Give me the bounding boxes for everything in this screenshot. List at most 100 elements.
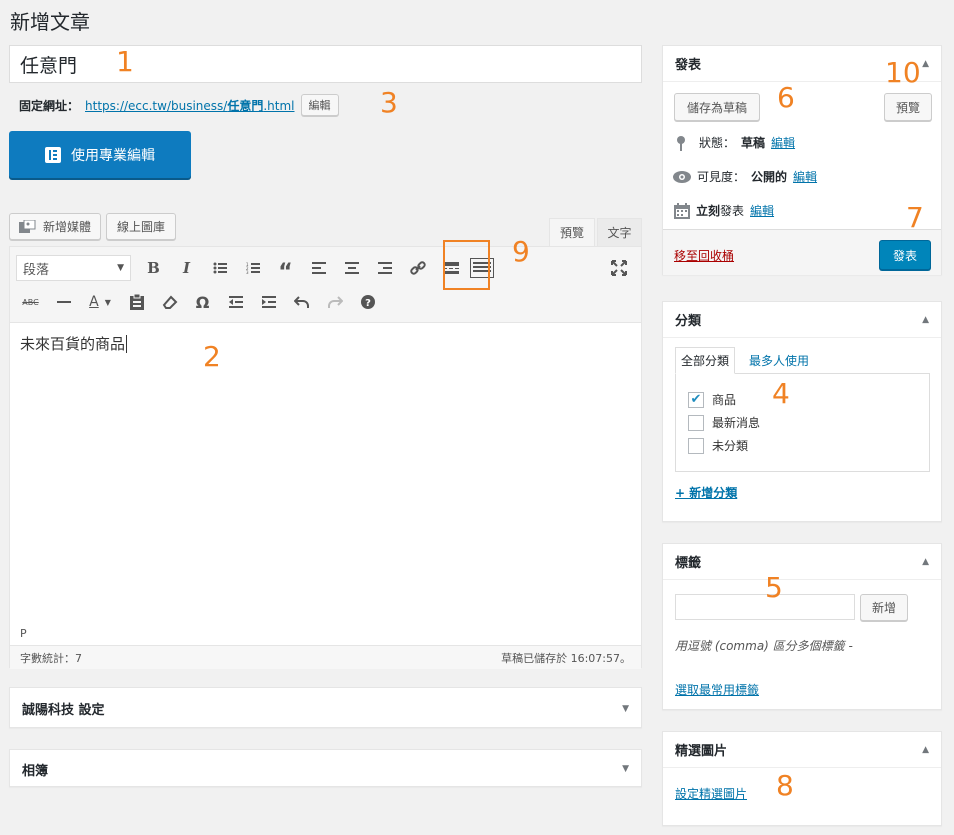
elementor-button-label: 使用專業編輯	[71, 147, 155, 164]
tags-box: 標籤 ▲ 新增 用逗號 (comma) 區分多個標籤 - 選取最常用標籤	[662, 543, 942, 710]
category-item[interactable]: 未分類	[688, 434, 917, 457]
elementor-edit-button[interactable]: 使用專業編輯	[9, 131, 191, 178]
gallery-button[interactable]: 線上圖庫	[106, 213, 177, 240]
annotation-10: 10	[885, 56, 921, 89]
meta-box-album-title: 相簿	[22, 763, 49, 779]
status-edit-link[interactable]: 編輯	[771, 134, 795, 151]
schedule-edit-link[interactable]: 編輯	[750, 202, 774, 219]
permalink-row: 固定網址： https://ecc.tw/business/任意門.html 編…	[19, 94, 339, 116]
editor-status-bar: 字數統計：7 草稿已儲存於 16:07:57。	[10, 645, 641, 669]
eye-icon	[673, 170, 691, 183]
publish-actions: 移至回收桶 發表	[663, 229, 941, 275]
annotation-3: 3	[380, 86, 398, 119]
permalink-label: 固定網址：	[19, 98, 80, 113]
publish-box-title: 發表	[675, 58, 702, 73]
meta-box-settings[interactable]: 誠陽科技 設定 ▼	[9, 687, 642, 728]
chevron-up-icon[interactable]: ▲	[922, 59, 929, 69]
preview-button[interactable]: 預覽	[884, 93, 932, 121]
page-title: 新增文章	[10, 10, 90, 34]
horizontal-line-icon[interactable]	[47, 287, 80, 317]
visibility-edit-link[interactable]: 編輯	[793, 168, 817, 185]
indent-icon[interactable]	[252, 287, 285, 317]
add-media-label: 新增媒體	[43, 220, 92, 234]
permalink-edit-button[interactable]: 編輯	[300, 94, 339, 116]
category-list: ✔ 商品 最新消息 未分類	[675, 373, 930, 472]
set-featured-image-link[interactable]: 設定精選圖片	[675, 785, 747, 802]
chevron-up-icon[interactable]: ▲	[922, 557, 929, 567]
tab-text[interactable]: 文字	[597, 218, 642, 246]
word-count: 字數統計：7	[20, 651, 82, 665]
blockquote-icon[interactable]: “	[269, 253, 302, 285]
featured-image-box: 精選圖片 ▲ 設定精選圖片	[662, 731, 942, 826]
chevron-down-icon[interactable]: ▼	[622, 704, 629, 714]
category-item[interactable]: ✔ 商品	[688, 388, 917, 411]
add-tag-button[interactable]: 新增	[860, 594, 908, 621]
align-right-icon[interactable]	[368, 253, 401, 283]
strikethrough-icon[interactable]: ABC	[14, 287, 47, 317]
element-path: P	[20, 627, 27, 640]
chevron-down-icon[interactable]: ▼	[622, 764, 629, 774]
help-icon[interactable]: ?	[351, 287, 384, 317]
align-left-icon[interactable]	[302, 253, 335, 283]
pin-icon	[677, 135, 685, 151]
undo-icon[interactable]	[285, 287, 318, 317]
italic-icon[interactable]: I	[170, 253, 203, 283]
move-to-trash-link[interactable]: 移至回收桶	[674, 247, 734, 264]
featured-image-title: 精選圖片	[675, 744, 728, 759]
bold-icon[interactable]: B	[137, 253, 170, 283]
tags-hint: 用逗號 (comma) 區分多個標籤 -	[675, 639, 853, 653]
permalink-link[interactable]: https://ecc.tw/business/任意門.html	[85, 97, 294, 114]
annotation-6: 6	[777, 81, 795, 114]
editor-toolbar: 段落 ▼ B I 123 “ ABC A ▼ Ω ?	[10, 247, 641, 323]
annotation-5: 5	[765, 571, 783, 604]
special-character-icon[interactable]: Ω	[186, 287, 219, 317]
status-row: 狀態： 草稿 編輯	[675, 134, 795, 151]
svg-text:?: ?	[365, 298, 371, 309]
post-title-input[interactable]	[9, 45, 642, 83]
clear-formatting-icon[interactable]	[153, 287, 186, 317]
add-category-link[interactable]: + 新增分類	[675, 484, 737, 501]
media-icon	[19, 219, 36, 233]
chevron-up-icon[interactable]: ▲	[922, 745, 929, 755]
tags-box-title: 標籤	[675, 556, 702, 571]
calendar-icon	[674, 202, 690, 219]
choose-tags-link[interactable]: 選取最常用標籤	[675, 681, 759, 698]
toolbar-toggle-highlight	[443, 240, 490, 290]
checkbox-icon[interactable]	[688, 437, 704, 454]
text-color-icon[interactable]: A ▼	[80, 287, 120, 317]
format-select[interactable]: 段落 ▼	[16, 255, 131, 281]
tab-all-categories[interactable]: 全部分類	[675, 347, 735, 374]
annotation-2: 2	[203, 340, 221, 373]
redo-icon[interactable]	[318, 287, 351, 317]
categories-box: 分類 ▲ 全部分類 最多人使用 ✔ 商品 最新消息 未分類 + 新增分類	[662, 301, 942, 522]
meta-box-album[interactable]: 相簿 ▼	[9, 749, 642, 787]
annotation-7: 7	[906, 201, 924, 234]
outdent-icon[interactable]	[219, 287, 252, 317]
link-icon[interactable]	[401, 253, 434, 283]
chevron-up-icon[interactable]: ▲	[922, 315, 929, 325]
checkbox-checked-icon[interactable]: ✔	[688, 391, 704, 408]
annotation-9: 9	[512, 235, 530, 268]
publish-button[interactable]: 發表	[879, 240, 931, 270]
editor-content[interactable]: 未來百貨的商品	[20, 333, 128, 354]
save-draft-button[interactable]: 儲存為草稿	[674, 93, 760, 121]
add-media-button[interactable]: 新增媒體	[9, 213, 102, 240]
align-center-icon[interactable]	[335, 253, 368, 283]
autosave-status: 草稿已儲存於 16:07:57。	[501, 651, 631, 665]
checkbox-icon[interactable]	[688, 414, 704, 431]
schedule-row: 立刻發表 編輯	[674, 202, 774, 219]
tab-visual[interactable]: 預覽	[549, 218, 595, 246]
bullet-list-icon[interactable]	[203, 253, 236, 283]
elementor-icon	[45, 146, 61, 163]
visibility-row: 可見度： 公開的 編輯	[673, 168, 817, 185]
numbered-list-icon[interactable]: 123	[236, 253, 269, 283]
tab-popular-categories[interactable]: 最多人使用	[749, 352, 809, 369]
categories-box-title: 分類	[675, 314, 702, 329]
paste-text-icon[interactable]	[120, 287, 153, 317]
fullscreen-icon[interactable]	[602, 253, 635, 283]
editor: 段落 ▼ B I 123 “ ABC A ▼ Ω ? 未來百貨的商品 P 字數統…	[9, 246, 642, 669]
svg-text:3: 3	[246, 270, 249, 274]
category-item[interactable]: 最新消息	[688, 411, 917, 434]
annotation-8: 8	[776, 769, 794, 802]
annotation-4: 4	[772, 377, 790, 410]
